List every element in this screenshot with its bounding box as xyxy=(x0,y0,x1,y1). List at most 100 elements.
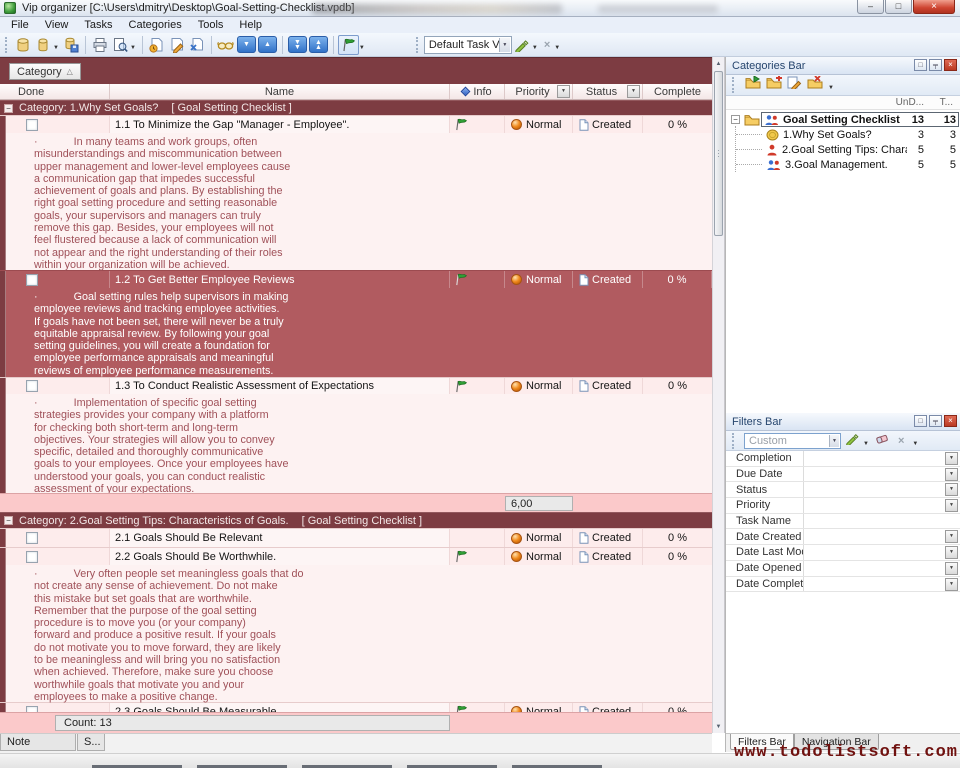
table-row[interactable]: 2.1 Goals Should Be Relevant Normal Crea… xyxy=(0,528,712,547)
task-description-row[interactable]: · Very often people set meaningless goal… xyxy=(0,565,712,702)
move-up-icon[interactable]: ▲ xyxy=(258,36,277,53)
restore-panel-icon[interactable]: □ xyxy=(914,415,927,427)
table-row[interactable]: 1.1 To Minimize the Gap "Manager - Emplo… xyxy=(0,115,712,133)
move-down-icon[interactable]: ▼ xyxy=(237,36,256,53)
filter-row-completion[interactable]: Completion ▼ xyxy=(726,451,960,467)
close-panel-icon[interactable]: × xyxy=(944,415,957,427)
combo-dropdown-icon[interactable]: ▼ xyxy=(499,38,510,52)
close-button[interactable]: × xyxy=(913,0,955,14)
scrollbar-thumb[interactable] xyxy=(714,71,723,236)
dropdown-icon[interactable]: ▼ xyxy=(945,468,958,481)
column-total[interactable]: T... xyxy=(940,97,953,108)
scroll-up-icon[interactable]: ▲ xyxy=(713,57,724,70)
flag-filter-caret-icon[interactable]: ▼ xyxy=(359,45,365,51)
view-notes-icon[interactable] xyxy=(216,35,236,55)
column-header-priority[interactable]: Priority ▼ xyxy=(505,84,573,99)
new-task-icon[interactable] xyxy=(147,35,167,55)
task-checkbox[interactable] xyxy=(26,551,38,563)
table-row[interactable]: 1.3 To Conduct Realistic Assessment of E… xyxy=(0,377,712,394)
edit-category-icon[interactable] xyxy=(787,76,802,94)
tree-item-goal-setting-tips[interactable]: 2.Goal Setting Tips: Characteri 5 5 xyxy=(726,142,960,157)
apply-filter-caret-icon[interactable]: ▼ xyxy=(863,441,869,447)
filter-preset-combo[interactable]: Custom ▼ xyxy=(744,433,841,449)
tree-item-goal-management[interactable]: 3.Goal Management. 5 5 xyxy=(726,157,960,172)
clear-filter-icon[interactable] xyxy=(875,432,890,450)
collapse-icon[interactable]: − xyxy=(4,104,13,113)
delete-filter-icon[interactable]: × xyxy=(898,435,904,447)
toolbar-gripper[interactable] xyxy=(5,37,9,53)
dropdown-icon[interactable]: ▼ xyxy=(945,562,958,575)
dropdown-icon[interactable]: ▼ xyxy=(945,452,958,465)
filter-row-date-completed[interactable]: Date Completed ▼ xyxy=(726,577,960,593)
menu-tasks[interactable]: Tasks xyxy=(76,17,120,33)
table-row[interactable]: 2.2 Goals Should Be Worthwhile. Normal C… xyxy=(0,547,712,565)
task-description-row[interactable]: · In many teams and work groups, often m… xyxy=(0,133,712,270)
filters-toolbar-overflow-icon[interactable]: ▼ xyxy=(912,441,918,447)
tree-expander-icon[interactable]: − xyxy=(731,115,740,124)
column-header-status[interactable]: Status ▼ xyxy=(573,84,643,99)
group-by-category-button[interactable]: Category △ xyxy=(9,63,81,80)
add-category-icon[interactable] xyxy=(766,76,782,94)
apply-view-caret-icon[interactable]: ▼ xyxy=(532,45,538,51)
table-row[interactable]: 2.3 Goals Should Be Measurable Normal Cr… xyxy=(0,702,712,712)
column-header-complete[interactable]: Complete xyxy=(643,84,712,99)
column-header-name[interactable]: Name xyxy=(110,84,450,99)
menu-categories[interactable]: Categories xyxy=(121,17,190,33)
filter-row-due-date[interactable]: Due Date ▼ xyxy=(726,467,960,483)
dropdown-icon[interactable]: ▼ xyxy=(945,499,958,512)
dropdown-icon[interactable]: ▼ xyxy=(945,530,958,543)
filter-row-status[interactable]: Status ▼ xyxy=(726,482,960,498)
scroll-down-icon[interactable]: ▼ xyxy=(713,720,724,733)
combo-dropdown-icon[interactable]: ▼ xyxy=(829,435,839,447)
toolbar-gripper[interactable] xyxy=(732,433,736,449)
categories-toolbar-overflow-icon[interactable]: ▼ xyxy=(828,85,834,91)
status-filter-dropdown[interactable]: ▼ xyxy=(627,85,640,98)
recent-databases-icon[interactable] xyxy=(33,35,53,55)
collapse-all-icon[interactable]: ▲▲ xyxy=(309,36,328,53)
menu-tools[interactable]: Tools xyxy=(190,17,232,33)
tab-s[interactable]: S... xyxy=(77,734,105,751)
toolbar-overflow-icon[interactable]: ▼ xyxy=(554,45,560,51)
task-view-combo[interactable]: Default Task V ▼ xyxy=(424,36,512,54)
menu-file[interactable]: File xyxy=(3,17,37,33)
restore-panel-icon[interactable]: □ xyxy=(914,59,927,71)
task-description-row-selected[interactable]: · Goal setting rules help supervisors in… xyxy=(0,288,712,377)
print-preview-caret-icon[interactable]: ▼ xyxy=(130,45,136,51)
priority-filter-dropdown[interactable]: ▼ xyxy=(557,85,570,98)
delete-task-icon[interactable] xyxy=(187,35,207,55)
tree-item-why-set-goals[interactable]: 1.Why Set Goals? 3 3 xyxy=(726,127,960,142)
category-row-2[interactable]: − Category: 2.Goal Setting Tips: Charact… xyxy=(0,512,712,528)
collapse-icon[interactable]: − xyxy=(4,516,13,525)
filter-row-date-created[interactable]: Date Created ▼ xyxy=(726,529,960,545)
task-checkbox[interactable] xyxy=(26,274,38,286)
apply-view-icon[interactable] xyxy=(512,35,532,55)
edit-task-icon[interactable] xyxy=(167,35,187,55)
close-panel-icon[interactable]: × xyxy=(944,59,957,71)
tree-item-goal-setting-checklist[interactable]: − Goal Setting Checklist 13 13 xyxy=(726,112,960,127)
task-checkbox[interactable] xyxy=(26,532,38,544)
filter-row-priority[interactable]: Priority ▼ xyxy=(726,498,960,514)
column-header-info[interactable]: Info xyxy=(450,84,505,99)
dropdown-icon[interactable]: ▼ xyxy=(945,483,958,496)
minimize-button[interactable]: – xyxy=(857,0,884,14)
maximize-button[interactable]: □ xyxy=(885,0,912,14)
menu-help[interactable]: Help xyxy=(231,17,270,33)
tab-note[interactable]: Note xyxy=(0,734,76,751)
open-database-icon[interactable] xyxy=(13,35,33,55)
pin-panel-icon[interactable]: ╤ xyxy=(929,415,942,427)
table-row-selected[interactable]: 1.2 To Get Better Employee Reviews Norma… xyxy=(0,270,712,288)
column-header-done[interactable]: Done xyxy=(0,84,110,99)
vertical-scrollbar[interactable]: ▲ ▼ xyxy=(712,57,725,733)
filter-row-date-last-modified[interactable]: Date Last Modified ▼ xyxy=(726,545,960,561)
filter-row-task-name[interactable]: Task Name xyxy=(726,514,960,530)
apply-filter-icon[interactable] xyxy=(845,432,859,450)
recent-databases-caret-icon[interactable]: ▼ xyxy=(53,45,59,51)
toolbar-gripper[interactable] xyxy=(416,37,420,53)
task-checkbox[interactable] xyxy=(26,119,38,131)
delete-category-icon[interactable] xyxy=(807,76,823,94)
filter-row-date-opened[interactable]: Date Opened ▼ xyxy=(726,561,960,577)
task-description-row[interactable]: · Implementation of specific goal settin… xyxy=(0,394,712,493)
menu-view[interactable]: View xyxy=(37,17,77,33)
clear-view-icon[interactable]: × xyxy=(544,39,550,51)
column-undone[interactable]: UnD... xyxy=(896,97,924,108)
